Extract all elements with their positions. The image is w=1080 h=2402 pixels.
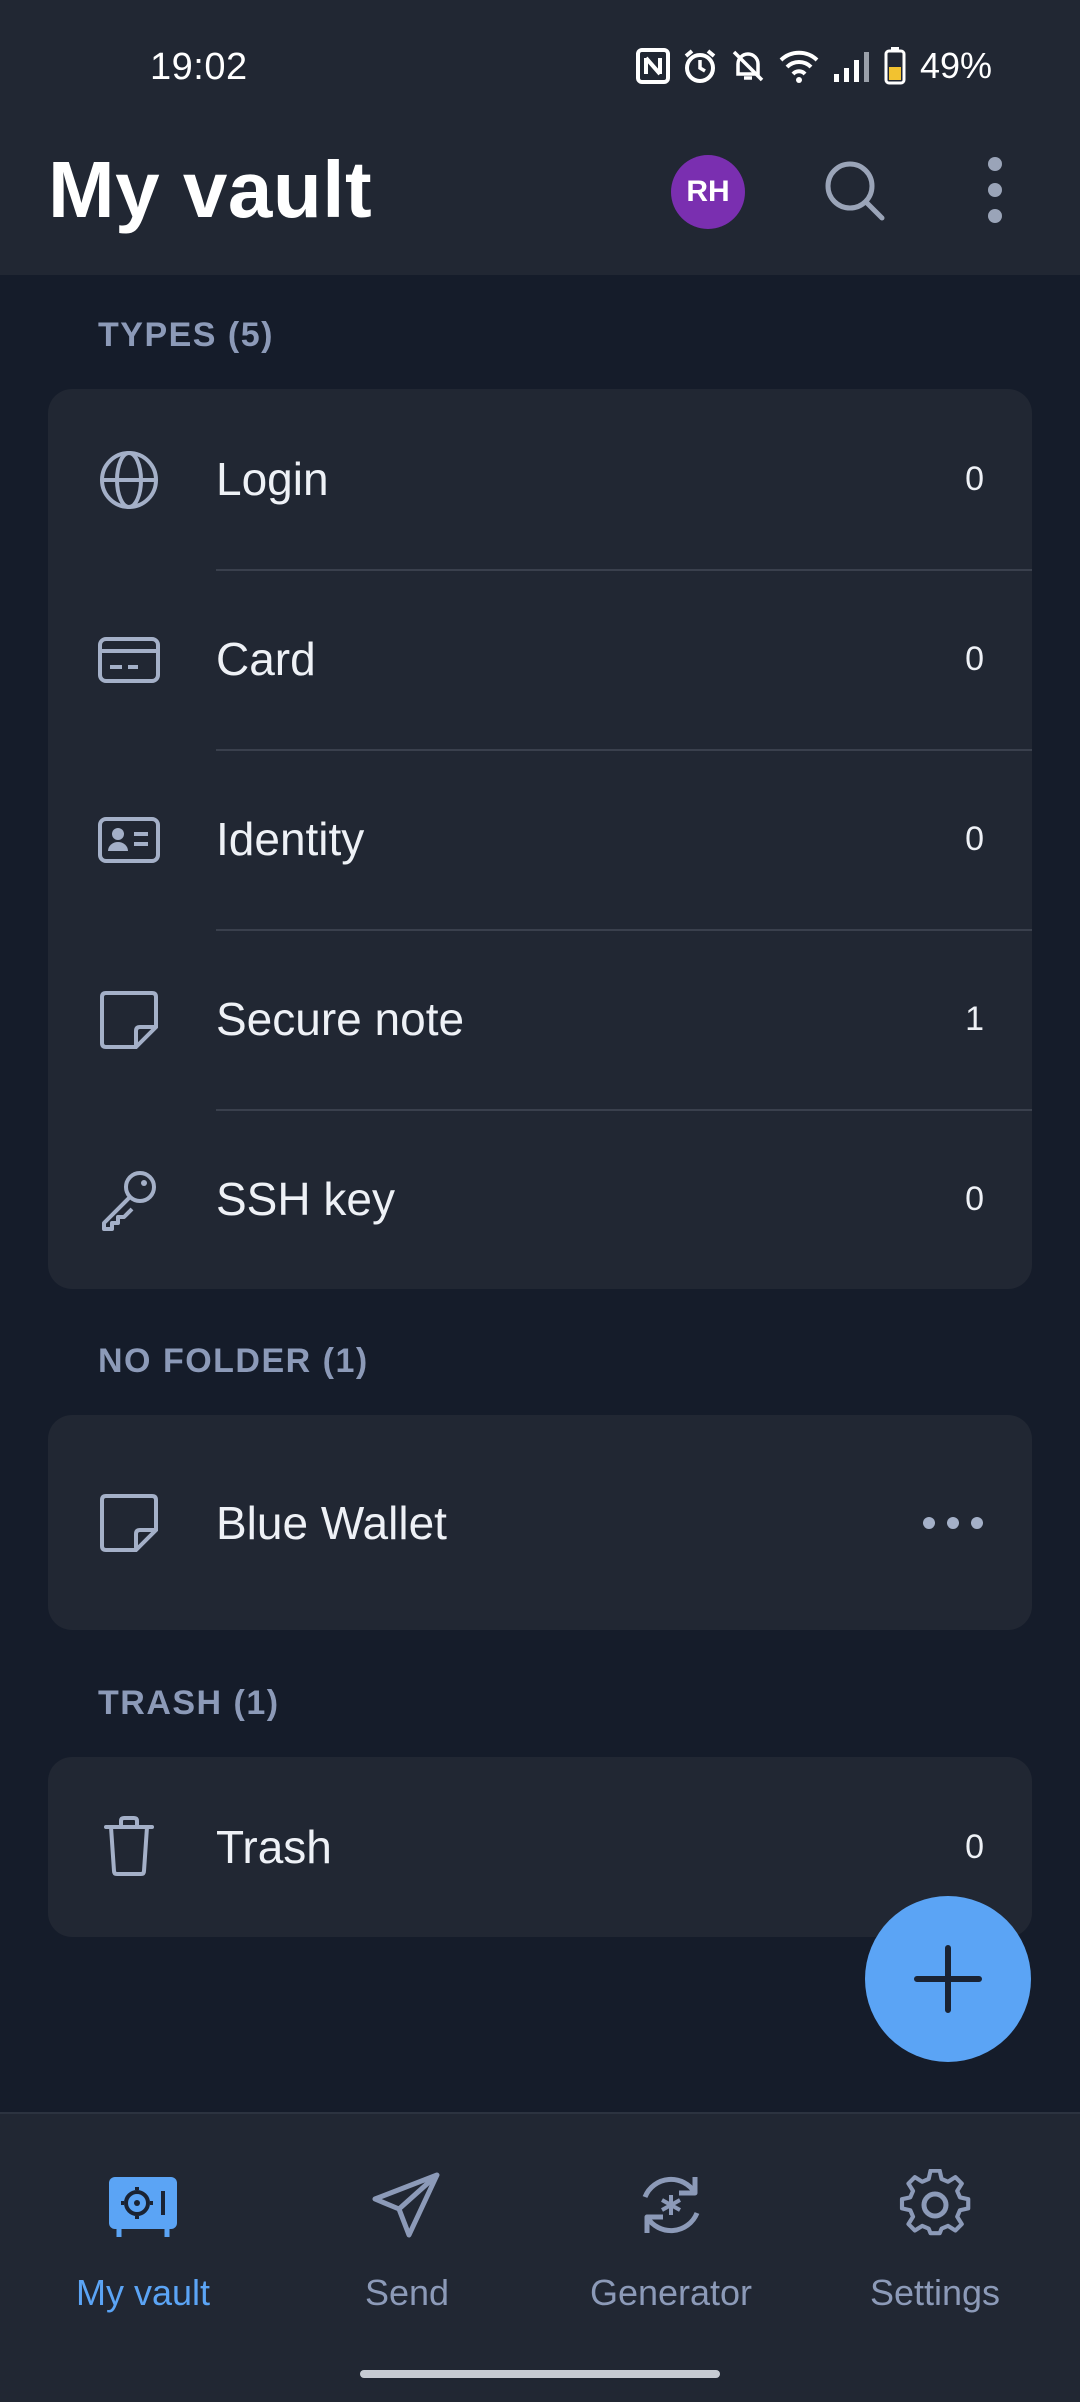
nav-label: My vault xyxy=(75,2272,211,2313)
bottom-navigation: My vault Send Generator Settings xyxy=(0,2112,1080,2402)
section-header-trash: TRASH (1) xyxy=(98,1684,280,1722)
item-label: SSH key xyxy=(216,1173,395,1225)
generator-icon xyxy=(635,2169,707,2241)
app-bar: My vault RH xyxy=(0,140,1080,275)
no-folder-list: Blue Wallet xyxy=(48,1415,1032,1630)
page-title: My vault xyxy=(48,145,373,234)
status-icons: 49% xyxy=(635,44,992,88)
alarm-icon xyxy=(682,48,718,84)
item-label: Identity xyxy=(216,813,365,865)
types-list: Login 0 Card 0 Identity 0 Secure note 1 … xyxy=(48,389,1032,1289)
search-icon xyxy=(825,161,885,221)
list-item-secure-note[interactable]: Secure note 1 xyxy=(48,929,1032,1109)
list-item-ssh-key[interactable]: SSH key 0 xyxy=(48,1109,1032,1289)
nav-label: Settings xyxy=(869,2272,1001,2313)
item-label: Login xyxy=(216,453,329,505)
nav-my-vault[interactable]: My vault xyxy=(8,2114,278,2334)
more-vertical-icon xyxy=(988,157,1002,223)
item-count: 0 xyxy=(965,459,984,498)
note-icon xyxy=(98,1492,160,1554)
signal-icon xyxy=(832,48,872,84)
list-item-blue-wallet[interactable]: Blue Wallet xyxy=(48,1415,1032,1630)
section-header-no-folder: NO FOLDER (1) xyxy=(98,1342,369,1380)
more-options-icon[interactable] xyxy=(920,1509,986,1537)
nav-label: Generator xyxy=(589,2272,753,2313)
battery-icon xyxy=(884,47,906,85)
item-label: Card xyxy=(216,633,316,685)
list-item-trash[interactable]: Trash 0 xyxy=(48,1757,1032,1937)
item-count: 1 xyxy=(965,999,984,1038)
settings-icon xyxy=(899,2168,971,2241)
wifi-icon xyxy=(778,48,820,84)
nfc-icon xyxy=(635,48,670,84)
item-label: Blue Wallet xyxy=(216,1496,447,1549)
list-item-identity[interactable]: Identity 0 xyxy=(48,749,1032,929)
trash-list: Trash 0 xyxy=(48,1757,1032,1937)
nav-generator[interactable]: Generator xyxy=(536,2114,806,2334)
status-bar: 19:02 49% xyxy=(0,0,1080,140)
battery-percentage: 49% xyxy=(919,45,992,86)
nav-send[interactable]: Send xyxy=(272,2114,542,2334)
item-count: 0 xyxy=(965,639,984,678)
list-item-card[interactable]: Card 0 xyxy=(48,569,1032,749)
search-button[interactable] xyxy=(818,154,890,226)
add-item-button[interactable] xyxy=(865,1896,1031,2062)
list-item-login[interactable]: Login 0 xyxy=(48,389,1032,569)
account-avatar[interactable]: RH xyxy=(671,155,745,229)
item-label: Trash xyxy=(216,1821,332,1873)
nav-settings[interactable]: Settings xyxy=(800,2114,1070,2334)
id-card-icon xyxy=(98,809,160,871)
card-icon xyxy=(98,629,160,691)
note-icon xyxy=(98,989,160,1051)
item-count: 0 xyxy=(965,819,984,858)
item-label: Secure note xyxy=(216,993,465,1045)
status-time: 19:02 xyxy=(150,46,248,88)
key-icon xyxy=(98,1169,160,1231)
item-count: 0 xyxy=(965,1827,984,1866)
section-header-types: TYPES (5) xyxy=(98,316,274,354)
globe-icon xyxy=(98,449,160,511)
more-options-button[interactable] xyxy=(970,154,1020,226)
item-count: 0 xyxy=(965,1179,984,1218)
send-icon xyxy=(371,2169,443,2241)
nav-label: Send xyxy=(364,2272,450,2313)
mute-icon xyxy=(730,48,766,84)
vault-icon xyxy=(107,2169,179,2241)
plus-icon xyxy=(914,1945,982,2013)
trash-icon xyxy=(98,1815,160,1877)
home-indicator xyxy=(360,2370,720,2378)
